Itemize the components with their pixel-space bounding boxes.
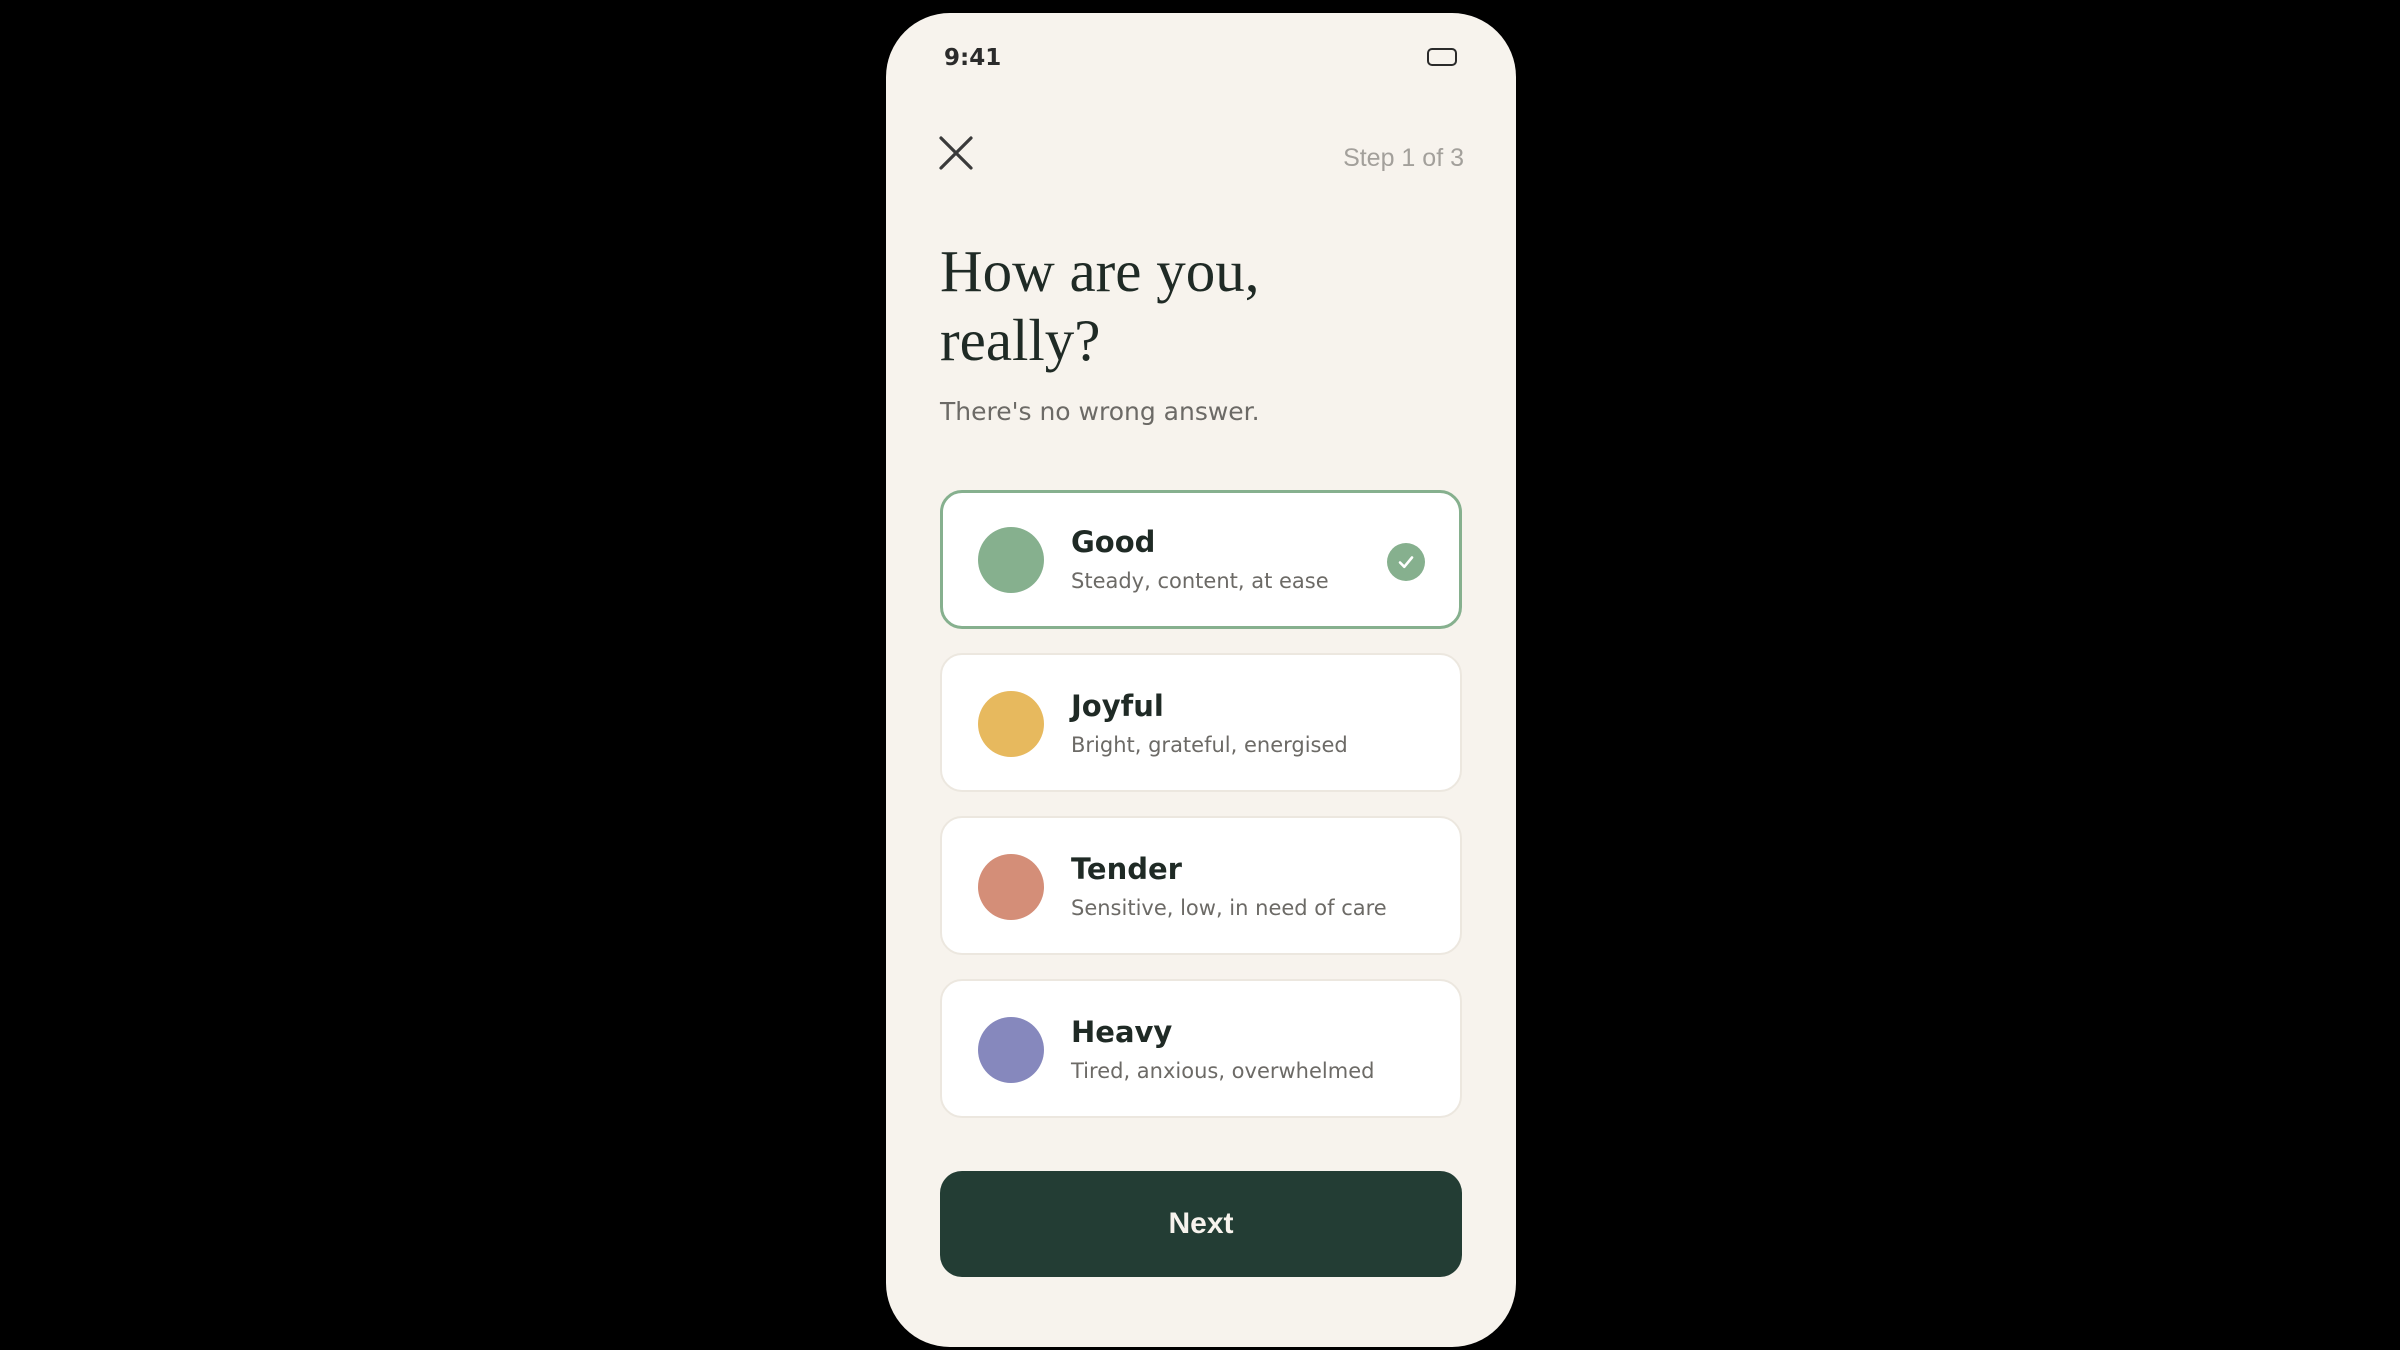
next-button[interactable]: Next: [940, 1171, 1462, 1277]
mood-dot: [978, 854, 1044, 920]
mood-label: Heavy: [1071, 1015, 1173, 1049]
mood-description: Sensitive, low, in need of care: [1071, 896, 1387, 920]
close-button[interactable]: [936, 133, 976, 173]
mood-dot: [978, 527, 1044, 593]
step-indicator: Step 1 of 3: [1343, 144, 1464, 172]
page-subtitle: There's no wrong answer.: [940, 397, 1260, 426]
close-icon: [939, 136, 973, 170]
mood-label: Joyful: [1071, 689, 1164, 723]
mood-label: Tender: [1071, 852, 1182, 886]
checkmark-icon: [1387, 543, 1425, 581]
mood-option-good[interactable]: Good Steady, content, at ease: [940, 490, 1462, 629]
status-time: 9:41: [944, 45, 1002, 71]
mood-option-joyful[interactable]: Joyful Bright, grateful, energised: [940, 653, 1462, 792]
page-title: How are you, really?: [940, 238, 1260, 373]
mood-dot: [978, 691, 1044, 757]
mood-description: Steady, content, at ease: [1071, 569, 1329, 593]
mood-description: Bright, grateful, energised: [1071, 733, 1348, 757]
mood-options: Good Steady, content, at ease Joyful Bri…: [940, 490, 1462, 1142]
mood-label: Good: [1071, 525, 1156, 559]
mood-description: Tired, anxious, overwhelmed: [1071, 1059, 1375, 1083]
battery-icon: [1427, 48, 1457, 66]
phone-screen: 9:41 Step 1 of 3 How are you, really? Th…: [886, 13, 1516, 1347]
mood-dot: [978, 1017, 1044, 1083]
mood-option-heavy[interactable]: Heavy Tired, anxious, overwhelmed: [940, 979, 1462, 1118]
mood-option-tender[interactable]: Tender Sensitive, low, in need of care: [940, 816, 1462, 955]
